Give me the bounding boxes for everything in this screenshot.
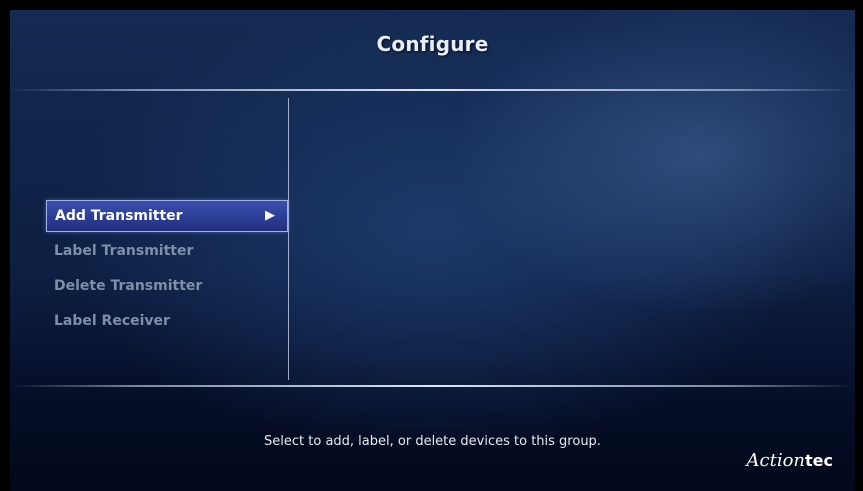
menu-item-add-transmitter[interactable]: Add Transmitter ▶ — [46, 200, 288, 232]
top-divider — [10, 89, 855, 91]
hint-text: Select to add, label, or delete devices … — [264, 434, 601, 449]
bottom-divider — [10, 385, 855, 387]
page-title: Configure — [376, 32, 489, 56]
logo-bold-part: tec — [805, 451, 833, 470]
actiontec-logo: Actiontec — [747, 450, 833, 471]
menu-item-label: Add Transmitter — [55, 208, 183, 224]
menu-item-label-transmitter[interactable]: Label Transmitter — [46, 235, 288, 267]
menu-item-label: Delete Transmitter — [54, 278, 203, 294]
configure-menu: Add Transmitter ▶ Label Transmitter Dele… — [46, 200, 288, 340]
menu-item-delete-transmitter[interactable]: Delete Transmitter — [46, 270, 288, 302]
vertical-divider — [288, 98, 289, 380]
tv-screen: Configure Add Transmitter ▶ Label Transm… — [10, 10, 855, 491]
menu-item-label-receiver[interactable]: Label Receiver — [46, 305, 288, 337]
play-arrow-icon: ▶ — [265, 208, 275, 223]
menu-item-label: Label Receiver — [54, 313, 170, 329]
logo-script-part: Action — [746, 450, 806, 471]
menu-item-label: Label Transmitter — [54, 243, 194, 259]
